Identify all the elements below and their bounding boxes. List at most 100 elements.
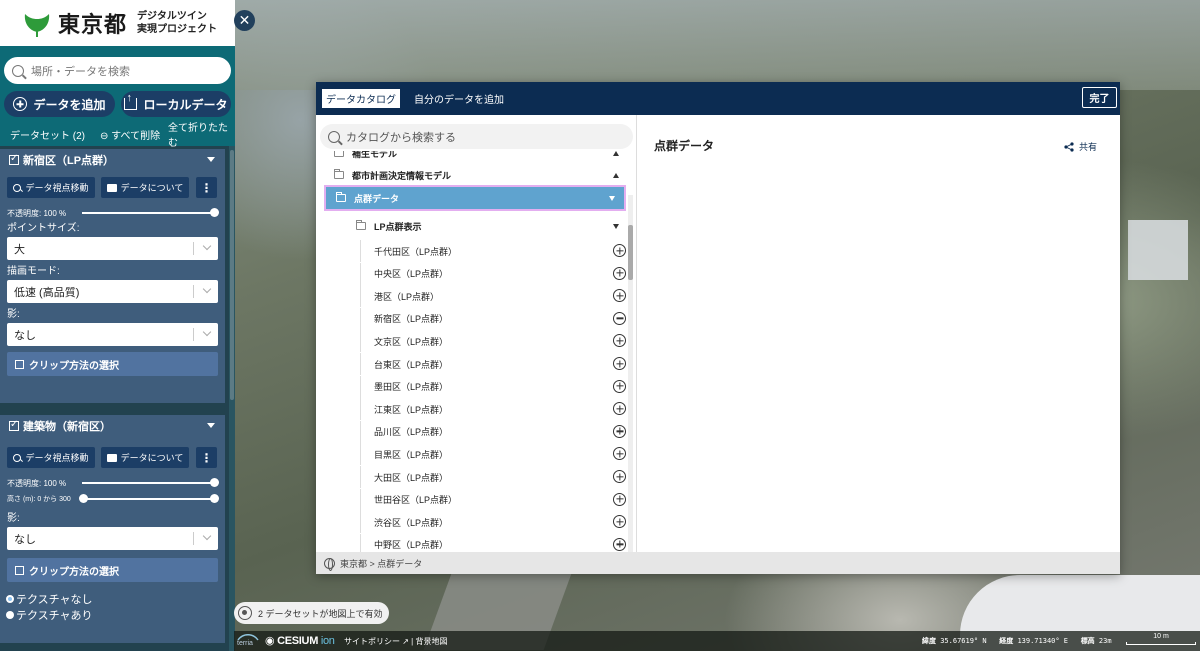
catalog-item[interactable]: 目黒区（LP点群）	[360, 443, 628, 466]
catalog-item[interactable]: 文京区（LP点群）	[360, 330, 628, 353]
cesium-logo[interactable]: ◉ CESIUM ion	[265, 634, 335, 647]
clip-method-button[interactable]: クリップ方法の選択	[7, 558, 218, 582]
close-sidebar-button[interactable]: ✕	[234, 10, 255, 31]
chevron-down-icon[interactable]	[207, 157, 215, 162]
catalog-item[interactable]: 江東区（LP点群）	[360, 398, 628, 421]
sidebar-scroll-thumb[interactable]	[230, 150, 234, 400]
dataset-visibility-checkbox[interactable]	[9, 153, 19, 165]
catalog-item[interactable]: 中央区（LP点群）	[360, 262, 628, 285]
done-button[interactable]: 完了	[1082, 87, 1117, 108]
collapse-all-button[interactable]: 全て折りたたむ	[168, 119, 235, 149]
tree-group[interactable]: LP点群表示	[316, 215, 628, 237]
zoom-to-data-button[interactable]: データ視点移動	[7, 177, 95, 198]
render-mode-label: 描画モード:	[7, 266, 60, 277]
tab-data-catalog[interactable]: データカタログ	[322, 89, 400, 108]
tab-add-my-data[interactable]: 自分のデータを追加	[410, 89, 508, 108]
about-data-label: データについて	[120, 183, 184, 193]
catalog-item[interactable]: 世田谷区（LP点群）	[360, 488, 628, 511]
opacity-slider[interactable]	[82, 212, 214, 214]
opacity-slider[interactable]	[82, 482, 214, 484]
catalog-item[interactable]: 台東区（LP点群）	[360, 353, 628, 375]
catalog-item[interactable]: 千代田区（LP点群）	[360, 240, 628, 262]
folder-open-icon	[336, 192, 346, 202]
close-icon: ✕	[238, 12, 251, 28]
texture-option-with[interactable]: テクスチャあり	[0, 607, 225, 623]
add-circle-icon[interactable]	[613, 424, 626, 438]
catalog-item[interactable]: 港区（LP点群）	[360, 285, 628, 308]
map-footer: terria ◉ CESIUM ion サイトポリシー ↗ | 背景地図 緯度 …	[234, 631, 1200, 651]
opacity-slider-row: 不透明度: 100 %	[0, 475, 225, 491]
shadow-label: 影:	[7, 309, 20, 320]
detail-title: 点群データ	[654, 139, 715, 153]
chevron-down-icon[interactable]	[207, 423, 215, 428]
opacity-slider-handle[interactable]	[210, 208, 219, 217]
opacity-slider-handle[interactable]	[210, 478, 219, 487]
render-mode-select[interactable]: 低速 (高品質)	[7, 280, 218, 303]
catalog-item-label: 文京区（LP点群）	[374, 336, 449, 347]
logo-subtitle-line2: 実現プロジェクト	[137, 24, 218, 35]
share-button[interactable]: 共有	[1064, 140, 1097, 153]
clip-method-button[interactable]: クリップ方法の選択	[7, 352, 218, 376]
height-max-handle[interactable]	[210, 494, 219, 503]
clip-method-label: クリップ方法の選択	[29, 566, 119, 578]
add-circle-icon[interactable]	[613, 447, 626, 461]
chevron-down-icon	[202, 531, 212, 541]
catalog-scroll-thumb[interactable]	[628, 225, 633, 280]
footer-links[interactable]: サイトポリシー ↗ | 背景地図	[344, 636, 447, 647]
catalog-item[interactable]: 渋谷区（LP点群）	[360, 511, 628, 534]
add-circle-icon[interactable]	[613, 515, 626, 529]
texture-option-none[interactable]: テクスチャなし	[0, 591, 225, 607]
add-circle-icon[interactable]	[613, 379, 626, 393]
add-circle-icon[interactable]	[613, 492, 626, 506]
catalog-item[interactable]: 中野区（LP点群）	[360, 533, 628, 552]
catalog-item[interactable]: 大田区（LP点群）	[360, 466, 628, 488]
catalog-item[interactable]: 墨田区（LP点群）	[360, 375, 628, 398]
terria-logo[interactable]: terria	[237, 632, 259, 647]
chevron-down-icon	[202, 327, 212, 337]
tree-group[interactable]: 補生モデル	[316, 151, 628, 164]
dataset-header[interactable]: 建築物（新宿区）	[0, 415, 225, 437]
height-min-handle[interactable]	[79, 494, 88, 503]
add-circle-icon[interactable]	[613, 244, 626, 257]
dataset-visibility-checkbox[interactable]	[9, 419, 19, 431]
point-size-select[interactable]: 大	[7, 237, 218, 260]
height-range-slider[interactable]	[82, 498, 214, 500]
catalog-tree-pane: カタログから検索する 補生モデル 都市計画決定情報モデル 点群データ LP点群表…	[316, 115, 636, 552]
shadow-select[interactable]: なし	[7, 527, 218, 550]
add-circle-icon[interactable]	[613, 470, 626, 483]
dataset-actions: データ視点移動 データについて ⋮	[0, 177, 225, 199]
add-circle-icon[interactable]	[613, 289, 626, 303]
active-datasets-chip[interactable]: 2 データセットが地図上で有効	[234, 602, 389, 624]
shadow-select[interactable]: なし	[7, 323, 218, 346]
add-circle-icon[interactable]	[613, 537, 626, 551]
breadcrumb-text[interactable]: 東京都 > 点群データ	[340, 557, 422, 570]
dataset-header[interactable]: 新宿区（LP点群）	[0, 149, 225, 171]
about-data-button[interactable]: データについて	[101, 177, 189, 198]
catalog-scrollbar[interactable]	[628, 195, 633, 552]
more-menu-button[interactable]: ⋮	[196, 177, 217, 198]
catalog-search-input[interactable]: カタログから検索する	[320, 124, 633, 149]
add-circle-icon[interactable]	[613, 334, 626, 348]
globe-icon	[324, 557, 335, 571]
opacity-label: 不透明度: 100 %	[7, 479, 67, 488]
render-mode-value: 低速 (高品質)	[14, 286, 80, 299]
local-data-button[interactable]: ローカルデータ	[121, 91, 231, 117]
tree-group[interactable]: 都市計画決定情報モデル	[316, 164, 628, 186]
tree-group-label: 点群データ	[354, 193, 400, 204]
tree-group-selected[interactable]: 点群データ	[324, 185, 626, 211]
more-menu-button[interactable]: ⋮	[196, 447, 217, 468]
catalog-item[interactable]: 新宿区（LP点群）	[360, 307, 628, 330]
remove-all-button[interactable]: ⊖ すべて削除	[100, 127, 160, 142]
catalog-item[interactable]: 品川区（LP点群）	[360, 420, 628, 443]
add-circle-icon[interactable]	[613, 402, 626, 416]
logo-subtitle: デジタルツイン 実現プロジェクト	[137, 10, 217, 36]
add-circle-icon[interactable]	[613, 266, 626, 280]
add-data-button[interactable]: データを追加	[4, 91, 115, 117]
about-data-button[interactable]: データについて	[101, 447, 189, 468]
remove-circle-icon[interactable]	[613, 311, 626, 325]
elevation-label: 標高	[1080, 637, 1095, 645]
latitude-label: 緯度	[922, 637, 936, 645]
location-search-input[interactable]: 場所・データを検索	[4, 57, 231, 84]
zoom-to-data-button[interactable]: データ視点移動	[7, 447, 95, 468]
add-circle-icon[interactable]	[613, 357, 626, 370]
